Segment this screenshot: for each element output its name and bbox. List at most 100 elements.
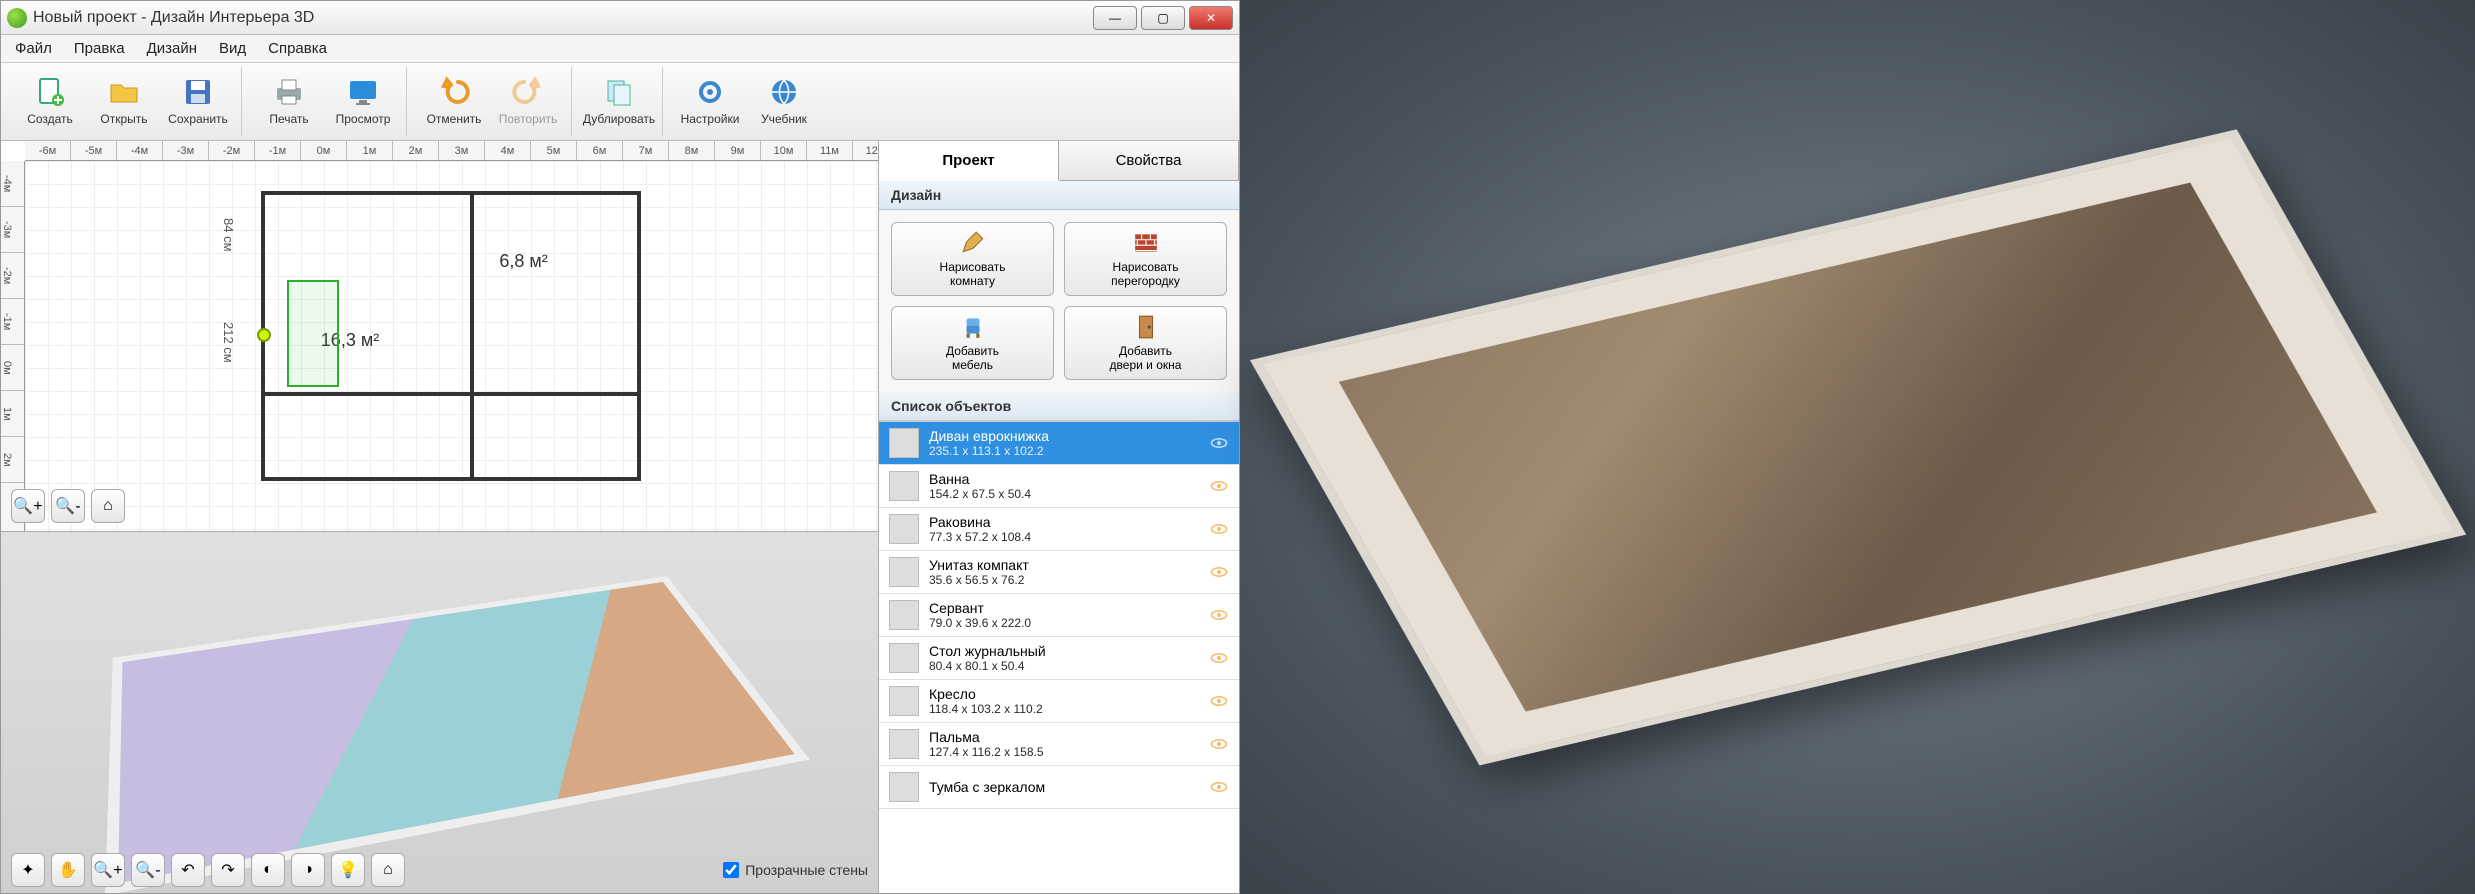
object-name: Пальма (929, 729, 1199, 745)
content-area: -6м-5м-4м-3м-2м-1м0м1м2м3м4м5м6м7м8м9м10… (1, 141, 1239, 893)
tool-print[interactable]: Печать (254, 67, 324, 135)
object-row[interactable]: Тумба с зеркалом (879, 766, 1239, 809)
tool-undo-label: Отменить (427, 112, 482, 126)
btn-draw-partition[interactable]: Нарисоватьперегородку (1064, 222, 1227, 296)
menu-view[interactable]: Вид (209, 36, 256, 61)
tool-duplicate[interactable]: Дублировать (584, 67, 654, 135)
tool-preview[interactable]: Просмотр (328, 67, 398, 135)
object-row[interactable]: Диван еврокнижка 235.1 x 113.1 x 102.2 (879, 422, 1239, 465)
rotate-left-3d[interactable]: ↶ (171, 853, 205, 887)
object-dims: 80.4 x 80.1 x 50.4 (929, 659, 1199, 673)
object-name: Тумба с зеркалом (929, 779, 1199, 795)
object-list[interactable]: Диван еврокнижка 235.1 x 113.1 x 102.2 В… (879, 421, 1239, 893)
menu-edit[interactable]: Правка (64, 36, 135, 61)
view-3d-1[interactable]: ◐ (251, 853, 285, 887)
tool-settings-label: Настройки (681, 112, 740, 126)
selection-box[interactable] (287, 280, 339, 387)
canvas-2d[interactable]: -6м-5м-4м-3м-2м-1м0м1м2м3м4м5м6м7м8м9м10… (1, 141, 878, 532)
door-icon (1133, 314, 1159, 340)
visibility-icon[interactable] (1209, 777, 1229, 797)
light-3d[interactable]: 💡 (331, 853, 365, 887)
menu-help[interactable]: Справка (258, 36, 337, 61)
btn-draw-room[interactable]: Нарисоватькомнату (891, 222, 1054, 296)
object-thumb (889, 729, 919, 759)
object-name: Унитаз компакт (929, 557, 1199, 573)
tab-properties[interactable]: Свойства (1059, 141, 1239, 180)
visibility-icon[interactable] (1209, 734, 1229, 754)
tool-3d-1[interactable]: ✦ (11, 853, 45, 887)
tool-open[interactable]: Открыть (89, 67, 159, 135)
tool-duplicate-label: Дублировать (583, 112, 655, 126)
tab-project[interactable]: Проект (879, 141, 1059, 181)
object-thumb (889, 428, 919, 458)
printer-icon (273, 76, 305, 108)
right-panel: Проект Свойства Дизайн Нарисоватькомнату… (879, 141, 1239, 893)
close-button[interactable]: ✕ (1189, 6, 1233, 30)
duplicate-icon (603, 76, 635, 108)
home-2d[interactable]: ⌂ (91, 489, 125, 523)
menu-design[interactable]: Дизайн (137, 36, 207, 61)
tool-open-label: Открыть (100, 112, 147, 126)
object-dims: 154.2 x 67.5 x 50.4 (929, 487, 1199, 501)
object-row[interactable]: Унитаз компакт 35.6 x 56.5 x 76.2 (879, 551, 1239, 594)
selection-handle[interactable] (257, 328, 271, 342)
zoom-tools-2d: 🔍+ 🔍- ⌂ (11, 489, 125, 523)
home-3d[interactable]: ⌂ (371, 853, 405, 887)
menu-file[interactable]: Файл (5, 36, 62, 61)
minimize-button[interactable]: — (1093, 6, 1137, 30)
tool-settings[interactable]: Настройки (675, 67, 745, 135)
tool-tutorial[interactable]: Учебник (749, 67, 819, 135)
toolbar: Создать Открыть Сохранить Печать Просмот… (1, 63, 1239, 141)
object-row[interactable]: Ванна 154.2 x 67.5 x 50.4 (879, 465, 1239, 508)
tool-save[interactable]: Сохранить (163, 67, 233, 135)
object-row[interactable]: Пальма 127.4 x 116.2 x 158.5 (879, 723, 1239, 766)
rotate-right-3d[interactable]: ↷ (211, 853, 245, 887)
visibility-icon[interactable] (1209, 605, 1229, 625)
btn-add-furniture[interactable]: Добавитьмебель (891, 306, 1054, 380)
zoom-in-2d[interactable]: 🔍+ (11, 489, 45, 523)
chair-icon (960, 314, 986, 340)
zoom-out-2d[interactable]: 🔍- (51, 489, 85, 523)
transparent-walls-check[interactable]: Прозрачные стены (723, 862, 868, 878)
tool-print-label: Печать (269, 112, 308, 126)
visibility-icon[interactable] (1209, 691, 1229, 711)
tool-preview-label: Просмотр (336, 112, 391, 126)
object-thumb (889, 772, 919, 802)
floor-plan[interactable]: 16,3 м² 6,8 м² 84 см 212 см (261, 191, 641, 481)
btn-add-doors[interactable]: Добавитьдвери и окна (1064, 306, 1227, 380)
object-row[interactable]: Сервант 79.0 x 39.6 x 222.0 (879, 594, 1239, 637)
object-dims: 77.3 x 57.2 x 108.4 (929, 530, 1199, 544)
tool-redo[interactable]: Повторить (493, 67, 563, 135)
tabs: Проект Свойства (879, 141, 1239, 181)
object-name: Сервант (929, 600, 1199, 616)
object-thumb (889, 643, 919, 673)
pan-3d[interactable]: ✋ (51, 853, 85, 887)
globe-icon (768, 76, 800, 108)
folder-open-icon (108, 76, 140, 108)
object-thumb (889, 471, 919, 501)
visibility-icon[interactable] (1209, 433, 1229, 453)
visibility-icon[interactable] (1209, 648, 1229, 668)
objects-header: Список объектов (879, 392, 1239, 421)
visibility-icon[interactable] (1209, 562, 1229, 582)
object-row[interactable]: Кресло 118.4 x 103.2 x 110.2 (879, 680, 1239, 723)
object-name: Кресло (929, 686, 1199, 702)
transparent-walls-input[interactable] (723, 862, 739, 878)
new-file-icon (34, 76, 66, 108)
zoom-out-3d[interactable]: 🔍- (131, 853, 165, 887)
view-3d-2[interactable]: ◑ (291, 853, 325, 887)
object-row[interactable]: Стол журнальный 80.4 x 80.1 x 50.4 (879, 637, 1239, 680)
visibility-icon[interactable] (1209, 476, 1229, 496)
tool-new[interactable]: Создать (15, 67, 85, 135)
design-header: Дизайн (879, 181, 1239, 210)
zoom-in-3d[interactable]: 🔍+ (91, 853, 125, 887)
object-dims: 127.4 x 116.2 x 158.5 (929, 745, 1199, 759)
object-thumb (889, 557, 919, 587)
visibility-icon[interactable] (1209, 519, 1229, 539)
object-thumb (889, 686, 919, 716)
maximize-button[interactable]: ▢ (1141, 6, 1185, 30)
canvas-3d[interactable]: ✦ ✋ 🔍+ 🔍- ↶ ↷ ◐ ◑ 💡 ⌂ Прозрачные стены (1, 532, 878, 893)
dim-84: 84 см (221, 218, 236, 252)
object-row[interactable]: Раковина 77.3 x 57.2 x 108.4 (879, 508, 1239, 551)
tool-undo[interactable]: Отменить (419, 67, 489, 135)
